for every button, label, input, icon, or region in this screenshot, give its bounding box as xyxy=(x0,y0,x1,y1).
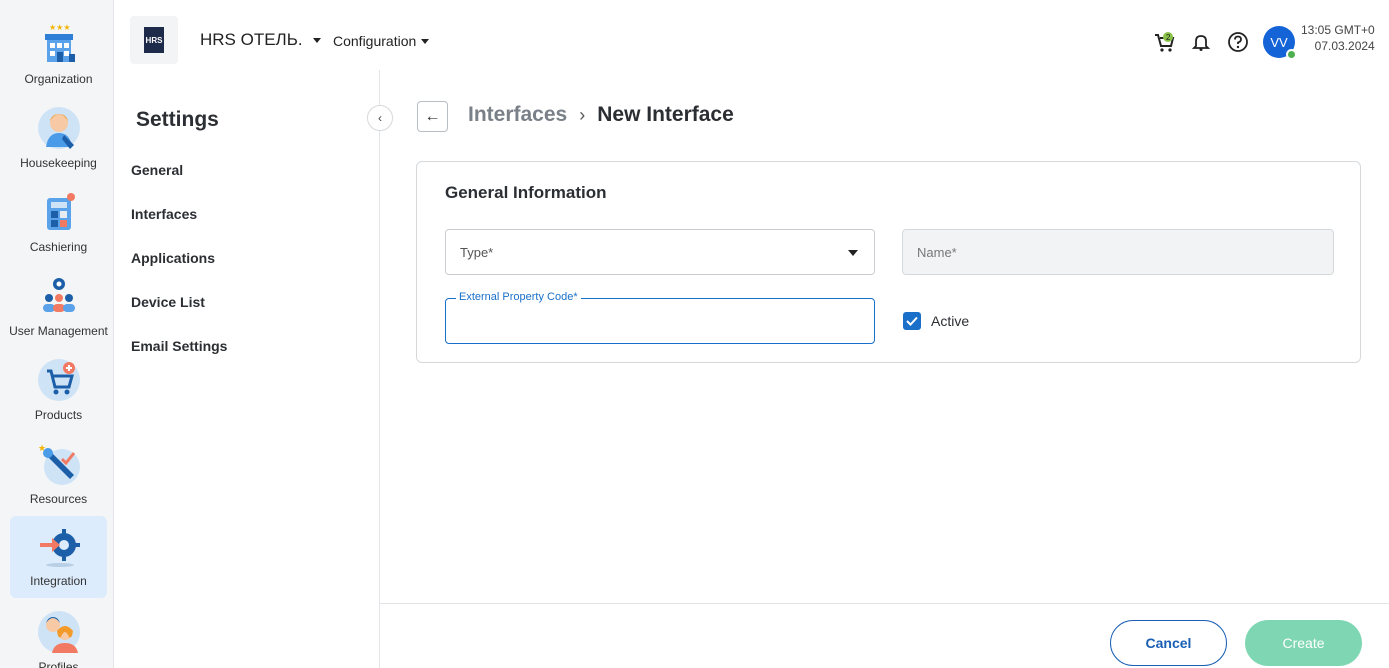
rail-item-resources[interactable]: ★ Resources xyxy=(10,434,107,516)
cashiering-icon xyxy=(35,188,83,236)
svg-text:★: ★ xyxy=(38,443,46,453)
general-information-card: General Information Type* Name* External… xyxy=(416,161,1361,363)
checkbox-checked-icon xyxy=(903,312,921,330)
rail-item-organization[interactable]: ★★★ Organization xyxy=(10,14,107,96)
user-avatar[interactable]: VV xyxy=(1263,26,1297,60)
settings-nav: General Interfaces Applications Device L… xyxy=(131,160,227,380)
rail-label: Organization xyxy=(24,72,93,86)
settings-item-email-settings[interactable]: Email Settings xyxy=(131,336,227,380)
current-time: 13:05 GMT+0 xyxy=(1301,23,1375,37)
rail-item-products[interactable]: Products xyxy=(10,350,107,432)
header-clock: 13:05 GMT+0 07.03.2024 xyxy=(1301,22,1375,54)
breadcrumb: Interfaces › New Interface xyxy=(468,103,734,127)
rail-item-cashiering[interactable]: Cashiering xyxy=(10,182,107,264)
caret-down-icon xyxy=(848,250,858,256)
form-footer xyxy=(380,603,1389,668)
rail-label: Resources xyxy=(29,492,88,506)
chevron-left-icon: ‹ xyxy=(378,111,382,125)
settings-item-device-list[interactable]: Device List xyxy=(131,292,227,336)
settings-item-general[interactable]: General xyxy=(131,160,227,204)
notifications-button[interactable] xyxy=(1189,30,1213,54)
rail-label: Cashiering xyxy=(29,240,88,254)
rail-label: User Management xyxy=(9,324,108,338)
external-property-code-input[interactable]: External Property Code* xyxy=(445,291,875,344)
type-placeholder: Type* xyxy=(460,245,494,260)
cancel-button[interactable]: Cancel xyxy=(1110,620,1227,666)
products-icon xyxy=(35,356,83,404)
cart-button[interactable]: 2 xyxy=(1152,30,1176,54)
rail-item-housekeeping[interactable]: Housekeeping xyxy=(10,98,107,180)
hotel-logo: HRS xyxy=(130,16,178,64)
arrow-left-icon: ← xyxy=(424,107,441,125)
rail-label: Housekeeping xyxy=(20,156,97,170)
cart-icon: 2 xyxy=(1155,32,1175,52)
rail-item-integration[interactable]: Integration xyxy=(10,516,107,598)
avatar-initials: VV xyxy=(1270,34,1288,50)
create-button[interactable]: Create xyxy=(1245,620,1362,666)
rail-item-profiles[interactable]: Profiles xyxy=(10,602,107,668)
help-button[interactable] xyxy=(1226,30,1250,54)
configuration-label: Configuration xyxy=(333,33,417,49)
caret-down-icon xyxy=(312,37,321,43)
hotel-selector[interactable]: HRS ОТЕЛЬ. xyxy=(200,30,321,50)
back-button[interactable]: ← xyxy=(417,101,448,132)
settings-item-interfaces[interactable]: Interfaces xyxy=(131,204,227,248)
breadcrumb-parent[interactable]: Interfaces xyxy=(468,103,567,127)
user-management-icon xyxy=(35,272,83,320)
organization-icon: ★★★ xyxy=(35,20,83,68)
configuration-menu[interactable]: Configuration xyxy=(333,33,430,49)
online-status-dot xyxy=(1286,49,1297,60)
active-checkbox[interactable]: Active xyxy=(903,312,969,330)
active-label: Active xyxy=(931,313,970,329)
breadcrumb-separator: › xyxy=(579,104,586,125)
page-title: New Interface xyxy=(597,103,734,126)
hotel-name: HRS ОТЕЛЬ. xyxy=(200,30,303,49)
resources-icon: ★ xyxy=(35,440,83,488)
name-placeholder: Name* xyxy=(917,245,957,260)
rail-label: Products xyxy=(34,408,83,422)
type-select[interactable]: Type* xyxy=(445,229,875,275)
settings-item-applications[interactable]: Applications xyxy=(131,248,227,292)
section-title: General Information xyxy=(445,183,607,202)
settings-panel: Settings General Interfaces Applications… xyxy=(114,70,380,668)
profiles-icon xyxy=(35,608,83,656)
header-actions: 2 VV xyxy=(1152,26,1297,60)
rail-label: Profiles xyxy=(38,660,79,668)
svg-text:★★★: ★★★ xyxy=(49,23,71,32)
bell-icon xyxy=(1191,35,1211,51)
hotel-logo-mark: HRS xyxy=(144,27,164,53)
name-input[interactable]: Name* xyxy=(902,229,1334,275)
caret-down-icon xyxy=(421,38,430,44)
rail-label: Integration xyxy=(30,574,87,588)
current-date: 07.03.2024 xyxy=(1314,39,1375,53)
integration-icon xyxy=(35,522,83,570)
settings-title: Settings xyxy=(136,108,219,131)
collapse-panel-button[interactable]: ‹ xyxy=(367,105,393,131)
help-icon xyxy=(1228,32,1248,52)
cart-badge: 2 xyxy=(1166,33,1171,42)
main-navigation-rail: ★★★ Organization Housekeeping Cashiering… xyxy=(0,0,114,668)
housekeeping-icon xyxy=(35,104,83,152)
rail-item-user-management[interactable]: User Management xyxy=(9,266,108,348)
external-property-code-label: External Property Code* xyxy=(456,291,581,303)
